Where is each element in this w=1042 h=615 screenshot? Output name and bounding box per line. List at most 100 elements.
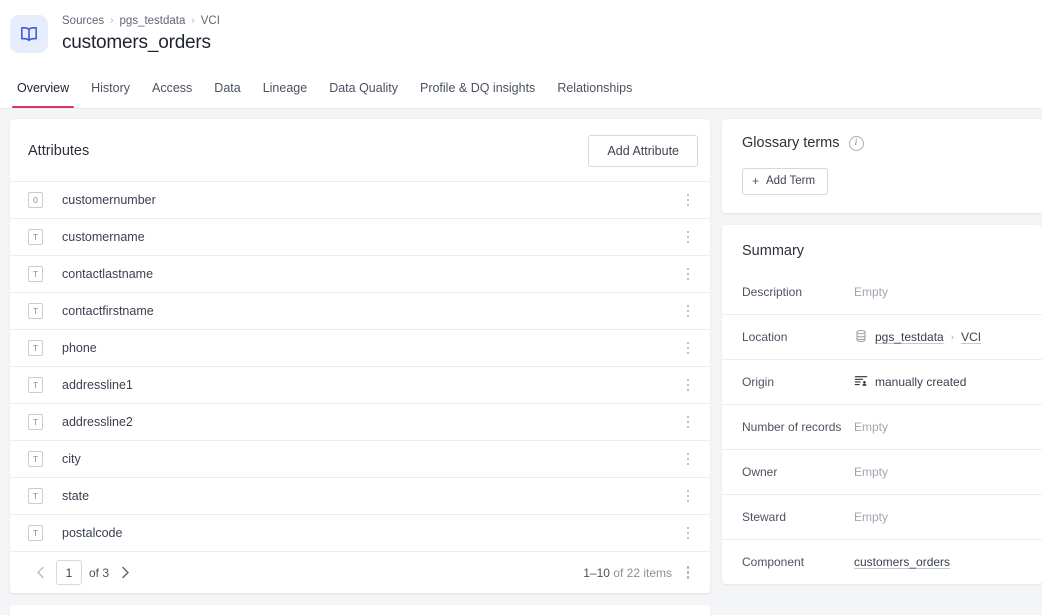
row-menu-icon[interactable] [678,448,698,470]
location-separator-icon: › [951,332,954,343]
attributes-card: Attributes Add Attribute 0 customernumbe… [10,119,710,593]
table-row[interactable]: T city [10,440,710,477]
table-row[interactable]: T addressline2 [10,403,710,440]
table-row[interactable]: T contactfirstname [10,292,710,329]
tab-lineage[interactable]: Lineage [252,67,319,108]
summary-row-owner: Owner Empty [722,449,1042,494]
attribute-type-text-icon: T [28,377,43,393]
open-book-icon [10,15,48,53]
row-menu-icon[interactable] [678,337,698,359]
summary-label: Owner [742,465,854,479]
page-title: customers_orders [62,31,220,54]
attribute-name: city [62,452,678,466]
summary-value[interactable]: Empty [854,285,888,299]
row-menu-icon[interactable] [678,374,698,396]
summary-row-origin: Origin manually created [722,359,1042,404]
page-count-label: of 3 [89,566,109,580]
glossary-terms-card: Glossary terms i + Add Term [722,119,1042,213]
attribute-type-text-icon: T [28,451,43,467]
origin-value-label: manually created [875,375,966,389]
right-column: Glossary terms i + Add Term Summary Desc… [722,119,1042,584]
summary-value[interactable]: Empty [854,420,888,434]
summary-row-component: Component customers_orders [722,539,1042,584]
attribute-name: phone [62,341,678,355]
breadcrumb-separator-icon: › [110,14,113,28]
attributes-title: Attributes [28,143,89,159]
breadcrumb-item-vci[interactable]: VCI [201,14,220,28]
summary-title: Summary [722,225,1042,269]
info-icon[interactable]: i [849,136,864,151]
tab-data[interactable]: Data [203,67,251,108]
attribute-type-text-icon: T [28,340,43,356]
attribute-name: customernumber [62,193,678,207]
summary-label: Number of records [742,420,854,434]
table-row[interactable]: T state [10,477,710,514]
manual-entry-icon [854,374,868,391]
attribute-name: postalcode [62,526,678,540]
attribute-name: contactlastname [62,267,678,281]
attributes-card-header: Attributes Add Attribute [10,119,710,181]
attribute-type-text-icon: T [28,414,43,430]
summary-value[interactable]: Empty [854,510,888,524]
pagination-bar: 1 of 3 1–10 of 22 items [10,551,710,593]
table-row[interactable]: T phone [10,329,710,366]
summary-value: customers_orders [854,555,950,569]
tab-history[interactable]: History [80,67,141,108]
database-icon [854,329,868,346]
table-row[interactable]: T customername [10,218,710,255]
table-row[interactable]: T addressline1 [10,366,710,403]
add-term-button[interactable]: + Add Term [742,168,828,195]
breadcrumb-item-pgs-testdata[interactable]: pgs_testdata [120,14,186,28]
attribute-name: addressline2 [62,415,678,429]
summary-value: pgs_testdata › VCI [854,329,981,346]
row-menu-icon[interactable] [678,263,698,285]
tab-profile-dq-insights[interactable]: Profile & DQ insights [409,67,546,108]
summary-row-steward: Steward Empty [722,494,1042,539]
pagination-range-total: of 22 items [613,566,672,580]
attribute-type-text-icon: T [28,266,43,282]
summary-value[interactable]: Empty [854,465,888,479]
location-database-link[interactable]: pgs_testdata [875,330,944,344]
summary-label: Component [742,555,854,569]
tab-relationships[interactable]: Relationships [546,67,643,108]
chevron-right-icon[interactable] [113,561,137,585]
add-term-label: Add Term [766,175,815,188]
breadcrumb-separator-icon: › [191,14,194,28]
summary-label: Location [742,330,854,344]
summary-row-number-of-records: Number of records Empty [722,404,1042,449]
row-menu-icon[interactable] [678,522,698,544]
attribute-type-text-icon: T [28,488,43,504]
table-row[interactable]: T contactlastname [10,255,710,292]
row-menu-icon[interactable] [678,411,698,433]
attribute-type-text-icon: T [28,229,43,245]
add-attribute-button[interactable]: Add Attribute [588,135,698,167]
pagination-menu-icon[interactable] [678,562,698,584]
pagination-range-label: 1–10 of 22 items [583,566,672,580]
attribute-type-text-icon: T [28,303,43,319]
page-header: Sources › pgs_testdata › VCI customers_o… [0,0,1042,67]
location-schema-link[interactable]: VCI [961,330,981,344]
glossary-card-header: Glossary terms i [742,135,1026,151]
summary-card: Summary Description Empty Location [722,225,1042,584]
page-number-input[interactable]: 1 [56,560,82,585]
summary-value: manually created [854,374,966,391]
row-menu-icon[interactable] [678,300,698,322]
table-row[interactable]: 0 customernumber [10,181,710,218]
tab-access[interactable]: Access [141,67,203,108]
attribute-name: contactfirstname [62,304,678,318]
page-body: Attributes Add Attribute 0 customernumbe… [0,109,1042,615]
chevron-left-icon[interactable] [28,561,52,585]
table-row[interactable]: T postalcode [10,514,710,551]
summary-label: Description [742,285,854,299]
row-menu-icon[interactable] [678,485,698,507]
row-menu-icon[interactable] [678,226,698,248]
header-text-block: Sources › pgs_testdata › VCI customers_o… [62,14,220,54]
component-link[interactable]: customers_orders [854,555,950,569]
attribute-type-text-icon: T [28,525,43,541]
row-menu-icon[interactable] [678,189,698,211]
plus-icon: + [752,176,759,187]
breadcrumb-item-sources[interactable]: Sources [62,14,104,28]
tab-data-quality[interactable]: Data Quality [318,67,409,108]
attribute-name: customername [62,230,678,244]
tab-overview[interactable]: Overview [6,67,80,108]
